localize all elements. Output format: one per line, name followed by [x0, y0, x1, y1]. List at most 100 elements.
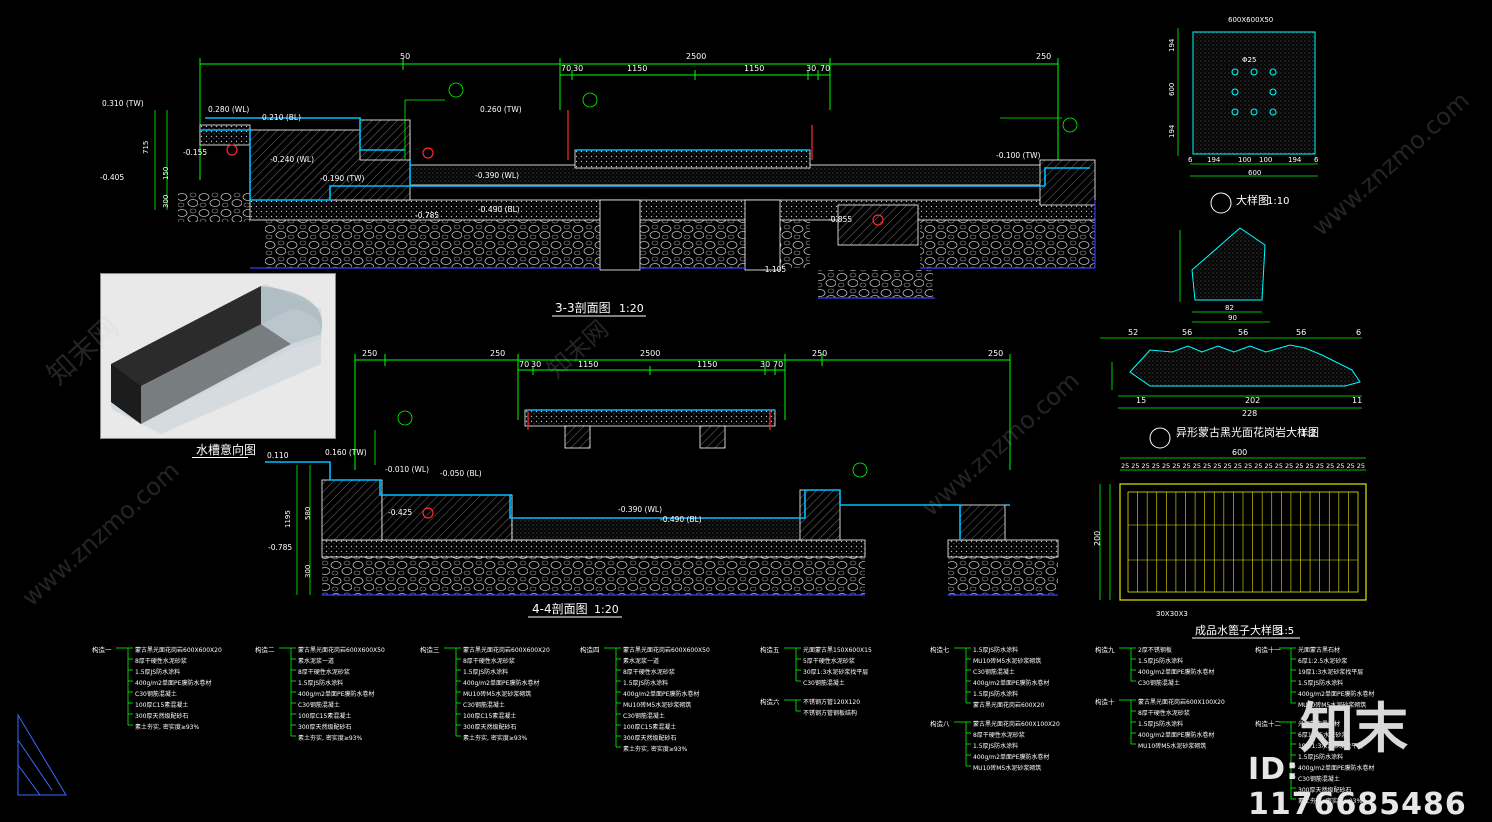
- grate-cell-label: 25: [1131, 462, 1139, 470]
- concrete-slab: [249, 199, 1096, 221]
- legend-line: C30钢筋混凝土: [135, 690, 177, 698]
- dim-4-4-sub-0: 70: [519, 360, 529, 369]
- legend-line: 6厚1:2.5水泥砂浆: [1298, 657, 1347, 665]
- legend-head: 构造六: [760, 697, 780, 706]
- gravel-base: [178, 192, 250, 222]
- dim-3-3-sub-2: 1150: [627, 64, 647, 73]
- level-3-3-6: -0.390 (WL): [475, 171, 519, 180]
- d4-side-0: 194: [1168, 38, 1176, 52]
- legend-line: 100厚C15素混凝土: [623, 723, 676, 731]
- concrete-slab: [947, 539, 1059, 558]
- grate-cell-label: 25: [1224, 462, 1232, 470]
- legend-line: 400g/m2单面PE膜防水卷材: [623, 690, 699, 698]
- grate-cell-label: 25: [1254, 462, 1262, 470]
- detail-4-scale: 1:10: [1267, 196, 1289, 207]
- legend-line: 100厚C15素混凝土: [135, 701, 188, 709]
- detail-number-5: [1149, 427, 1171, 449]
- d4-side-2: 194: [1168, 124, 1176, 138]
- level-3-3-0: 0.310 (TW): [102, 99, 144, 108]
- channel-wall: [381, 494, 513, 541]
- leaders: [404, 82, 1078, 160]
- legend-line: C30钢筋混凝土: [803, 679, 845, 687]
- gravel-base: [780, 220, 810, 268]
- pier: [599, 199, 641, 271]
- detail-number-4: [1210, 192, 1232, 214]
- legend-line: 光面蒙古黑石材: [1298, 646, 1340, 654]
- pier: [744, 199, 781, 271]
- d5-total: 228: [1242, 409, 1257, 418]
- grate-cell-label: 25: [1306, 462, 1314, 470]
- image-id: ID: 1176685486: [1248, 752, 1467, 822]
- coping: [199, 124, 251, 146]
- gravel-base: [640, 220, 745, 268]
- dim-4-4-4: 250: [988, 349, 1003, 358]
- legend-head: 构造七: [930, 645, 950, 654]
- legend-line: 400g/m2单面PE膜防水卷材: [973, 679, 1049, 687]
- legend-line: 8厚干硬性水泥砂浆: [298, 668, 350, 676]
- d5-bot-2: 11: [1352, 396, 1362, 405]
- edge-wall: [959, 504, 1006, 541]
- level-3-3-5: -0.190 (TW): [320, 174, 364, 183]
- dim-3-3-1: 2500: [686, 52, 706, 61]
- legend-line: 1.5厚JS防水涂料: [1138, 657, 1183, 665]
- legend-line: MU10砖M5水泥砂浆砌筑: [1138, 742, 1206, 750]
- legend-line: 1.5厚JS防水涂料: [623, 679, 668, 687]
- water-channel-photo: [100, 273, 336, 439]
- legend-line: 19厚1:3水泥砂浆找平层: [1298, 668, 1363, 676]
- grate-bar-label: 30X30X3: [1156, 610, 1188, 618]
- grate-height: 200: [1093, 531, 1102, 546]
- legend-line: 100厚C15素混凝土: [463, 712, 516, 720]
- d5-bot-1: 202: [1245, 396, 1260, 405]
- d4-dim-5: 6: [1314, 156, 1319, 164]
- legend-line: 400g/m2单面PE膜防水卷材: [135, 679, 211, 687]
- legend-line: 100厚C15素混凝土: [298, 712, 351, 720]
- scale-4-4: 1:20: [594, 603, 619, 616]
- legend-head: 构造一: [92, 645, 112, 654]
- legend-head: 构造八: [930, 719, 950, 728]
- d5-bot-0: 15: [1136, 396, 1146, 405]
- level-4-4-6: -0.490 (BL): [660, 515, 702, 524]
- level-4-4-4: -0.425: [388, 508, 412, 517]
- dim-3-3-sub-0: 70: [561, 64, 571, 73]
- grate-cell-label: 25: [1183, 462, 1191, 470]
- legend-head: 构造十一: [1255, 645, 1282, 654]
- dim-3-3-sub-1: 30: [573, 64, 583, 73]
- legend-line: 400g/m2单面PE膜防水卷材: [1138, 668, 1214, 676]
- legend-line: 400g/m2单面PE膜防水卷材: [463, 679, 539, 687]
- d5-dim-3: 56: [1296, 328, 1306, 337]
- d4-dim-3: 100: [1259, 156, 1272, 164]
- legend-line: 蒙古黑光面花岗岩600X600X50: [298, 646, 385, 654]
- bridge-deck: [574, 149, 811, 169]
- grate-cell-label: 25: [1295, 462, 1303, 470]
- grate-cell-label: 25: [1357, 462, 1365, 470]
- d4-small-0: 82: [1225, 304, 1234, 312]
- level-4-4-5: -0.390 (WL): [618, 505, 662, 514]
- legend-line: 2厚不锈钢板: [1138, 646, 1172, 654]
- level-4-4-3: -0.050 (BL): [440, 469, 482, 478]
- legend-line: 素土夯实, 密实度≥93%: [463, 734, 527, 742]
- legend-line: 1.5厚JS防水涂料: [973, 646, 1018, 654]
- legend-line: 30厚1:3水泥砂浆找平层: [803, 668, 868, 676]
- legend-line: C30钢筋混凝土: [1138, 679, 1180, 687]
- dim-3-3-0: 50: [400, 52, 410, 61]
- level-3-3-3: -0.155: [183, 148, 207, 157]
- legend-line: 8厚干硬性水泥砂浆: [1138, 709, 1190, 717]
- dim-3-3-sub-4: 30: [806, 64, 816, 73]
- legend-line: 8厚干硬性水泥砂浆: [135, 657, 187, 665]
- legend-line: 素水泥浆一道: [623, 657, 659, 665]
- legend-line: 蒙古黑光面花岗岩600X600X20: [463, 646, 550, 654]
- legend-head: 构造二: [255, 645, 275, 654]
- title-3-3: 3-3剖面图: [555, 301, 611, 315]
- d4-dim-0: 6: [1188, 156, 1193, 164]
- channel-render: [101, 274, 335, 438]
- level-3-3-4: -0.240 (WL): [270, 155, 314, 164]
- gravel-base: [920, 220, 1095, 268]
- gravel-base: [322, 557, 865, 595]
- detail-5: 52 56 56 56 6 15 202 11 228 异形蒙古黑光面花岗岩大样…: [1100, 328, 1362, 449]
- grate-width: 600: [1232, 448, 1247, 457]
- grate-cell-label: 25: [1326, 462, 1334, 470]
- grate-cell-label: 25: [1285, 462, 1293, 470]
- d4-small-1: 90: [1228, 314, 1237, 322]
- grate-detail: 600 200 25 25 25 25 25 25 25 25 25 25 25 25 25 25 25 25…: [1093, 448, 1367, 639]
- legend-line: 300厚天然级配砂石: [298, 723, 351, 731]
